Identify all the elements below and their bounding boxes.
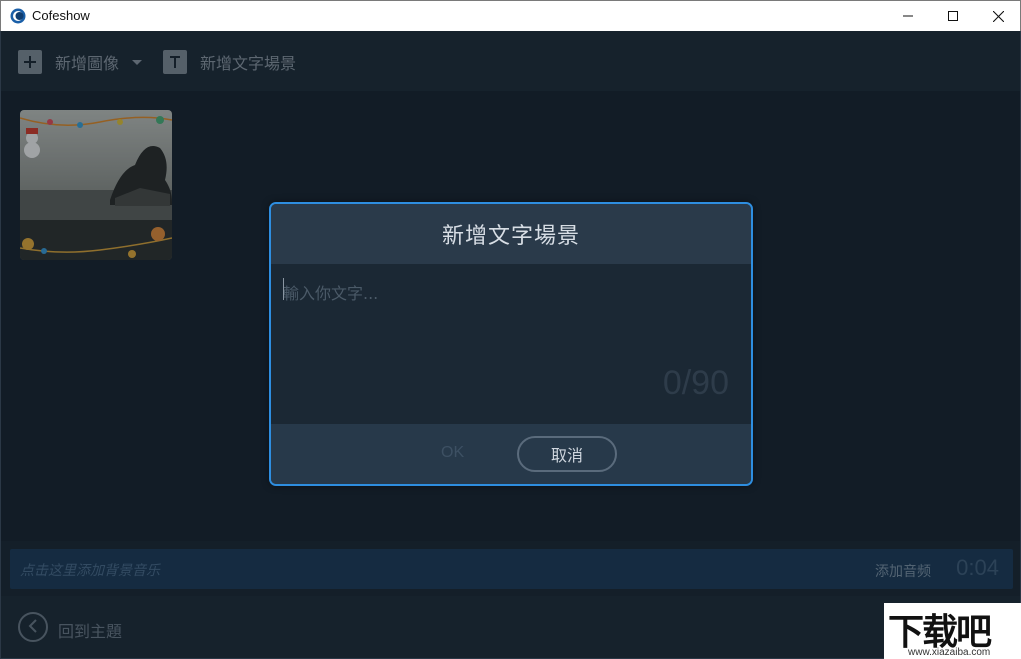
- maximize-button[interactable]: [930, 1, 976, 31]
- ok-button[interactable]: OK: [441, 444, 464, 462]
- dialog-body: 0/90: [271, 264, 751, 424]
- char-counter: 0/90: [662, 364, 729, 402]
- text-cursor: [283, 278, 284, 300]
- app-body: 新增圖像 新增文字場景 点击这里添加背景音乐 添加音频 0:04 回到主題 新增…: [0, 31, 1021, 659]
- title-bar: Cofeshow: [0, 0, 1021, 31]
- add-text-scene-dialog: 新增文字場景 0/90 OK 取消: [269, 202, 753, 486]
- watermark: 下载吧 www.xiazaiba.com: [884, 603, 1021, 659]
- window-title: Cofeshow: [32, 8, 90, 23]
- close-button[interactable]: [975, 1, 1021, 31]
- minimize-button[interactable]: [885, 1, 931, 31]
- cancel-button[interactable]: 取消: [517, 436, 617, 472]
- watermark-url: www.xiazaiba.com: [908, 647, 991, 658]
- dialog-footer: OK 取消: [271, 424, 751, 484]
- dialog-title: 新增文字場景: [441, 224, 580, 249]
- dialog-header: 新增文字場景: [271, 204, 751, 264]
- app-logo-icon: [10, 8, 26, 24]
- text-input[interactable]: [283, 278, 723, 308]
